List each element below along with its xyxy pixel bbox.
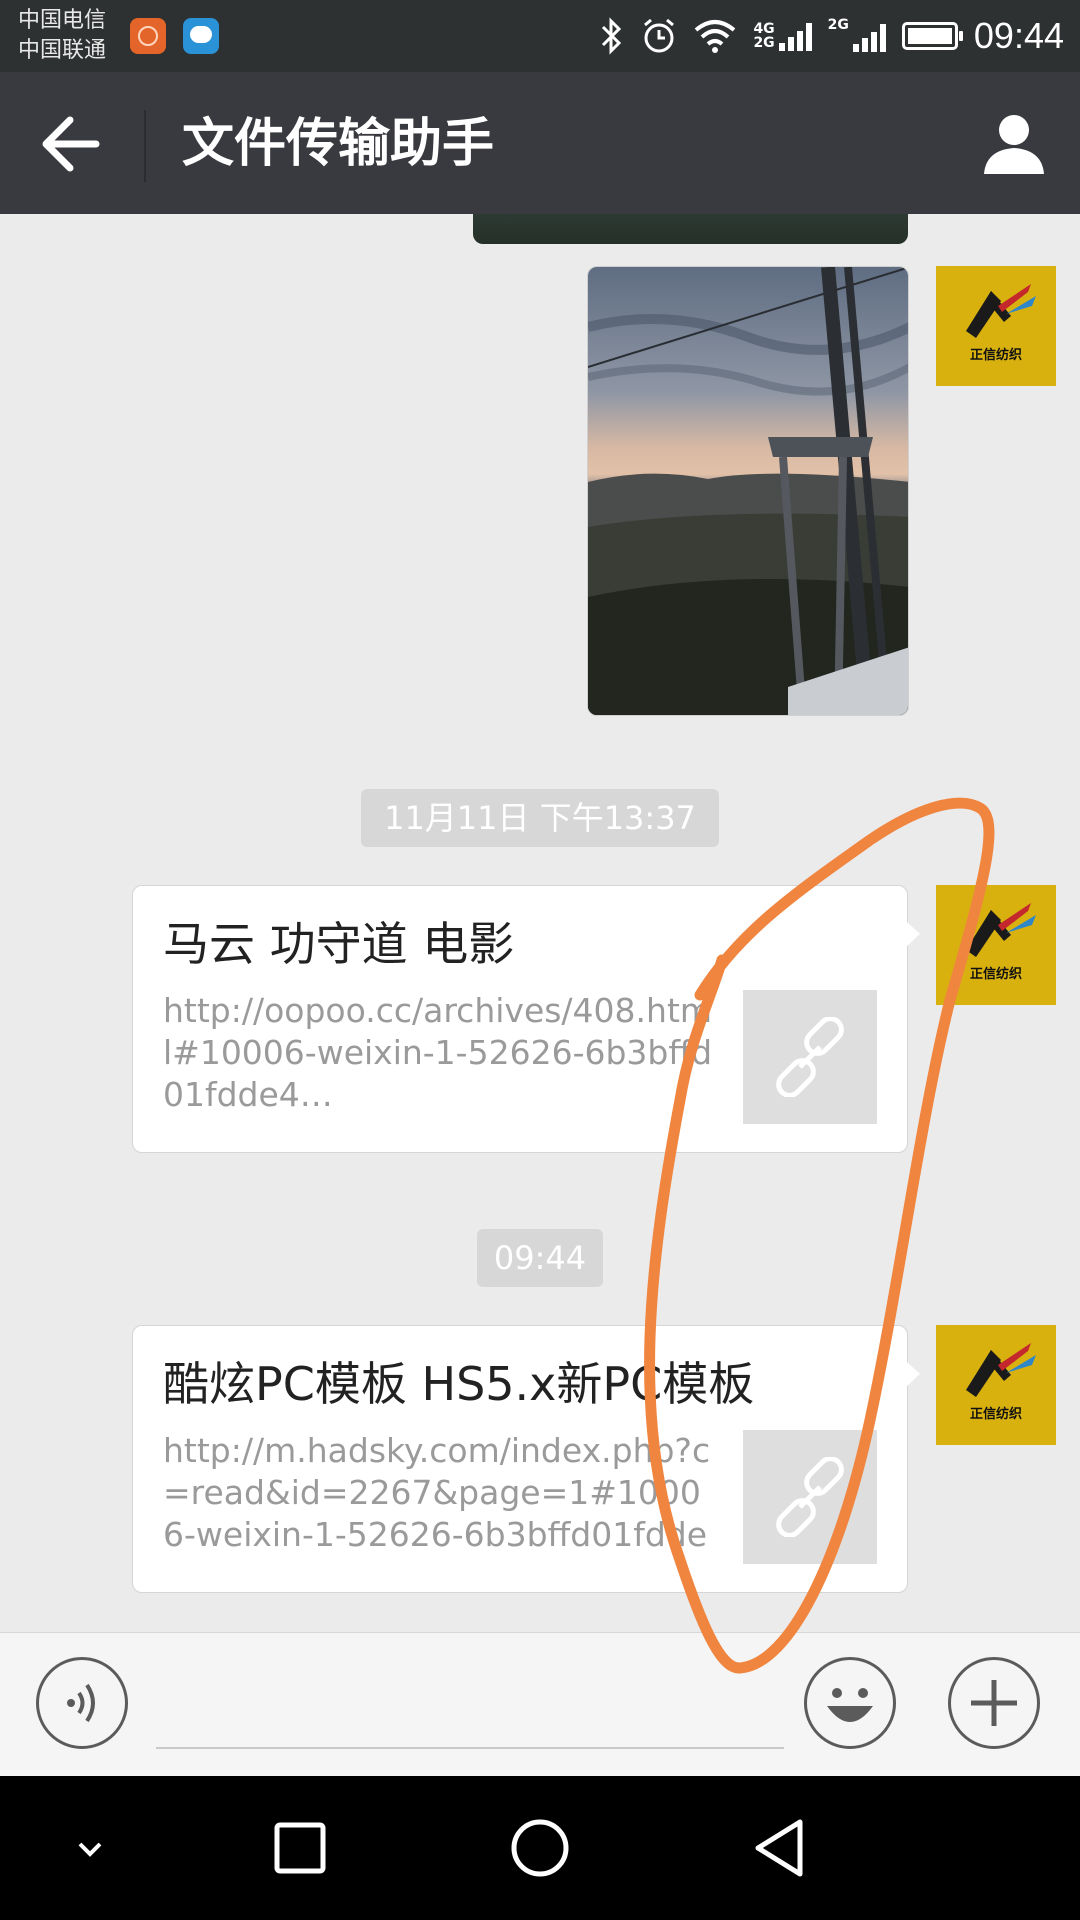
voice-button[interactable] [36,1657,128,1749]
carrier-1: 中国电信 [18,8,107,33]
timestamp: 09:44 [477,1229,603,1287]
recents-square-icon [274,1822,326,1874]
chat-area[interactable]: 正信纺织 11月11日 下午13:37 马云 功守道 电影 http://oop… [0,214,1080,1632]
home-circle-icon [511,1819,569,1877]
network-type-1: 4G [753,21,775,37]
mi-app-icon [130,18,166,54]
emoji-icon [827,1688,873,1722]
recents-button[interactable] [245,1806,355,1890]
link-url: http://m.hadsky.com/index.php?c=read&id=… [163,1431,711,1554]
network-type-1b: 2G [753,35,775,51]
status-bar: 中国电信 中国联通 4G 2G 2G 09:44 [0,0,1080,72]
carrier-info: 中国电信 中国联通 [18,6,106,66]
back-button[interactable] [30,108,110,180]
signal-icon: 4G 2G [753,21,812,51]
avatar-label: 正信纺织 [969,348,1022,363]
chevron-down-icon [78,1842,102,1857]
link-thumbnail [743,1430,877,1564]
profile-button[interactable] [982,112,1046,176]
arrow-left-icon [42,116,100,172]
messaging-app-icon [183,18,219,54]
avatar-label: 正信纺织 [969,1407,1022,1422]
hide-keyboard-button[interactable] [35,1806,145,1890]
person-icon [984,115,1044,174]
bluetooth-icon [602,17,622,55]
link-message-card[interactable]: 马云 功守道 电影 http://oopoo.cc/archives/408.h… [132,885,920,1153]
link-icon [776,1017,844,1097]
avatar[interactable]: 正信纺织 [936,266,1056,386]
link-title: 马云 功守道 电影 [163,917,515,971]
voice-input-icon [67,1683,95,1723]
home-button[interactable] [485,1806,595,1890]
signal-icon-2: 2G [828,18,886,54]
image-message-previous[interactable] [473,214,908,244]
input-bar [0,1632,1080,1776]
navigation-bar [0,1776,1080,1920]
emoji-button[interactable] [804,1657,896,1749]
battery-icon [901,22,963,50]
image-message[interactable] [587,266,909,716]
link-message-card[interactable]: 酷炫PC模板 HS5.x新PC模板 http://m.hadsky.com/in… [132,1325,920,1593]
alarm-icon [644,18,675,53]
avatar[interactable]: 正信纺织 [936,885,1056,1005]
timestamp: 11月11日 下午13:37 [361,789,719,847]
carrier-2: 中国联通 [18,38,107,63]
title-divider [144,110,146,182]
back-nav-button[interactable] [725,1806,835,1890]
plus-icon [971,1680,1017,1726]
back-triangle-icon [755,1819,803,1877]
page-title: 文件传输助手 [182,114,495,174]
wifi-icon [695,20,736,53]
avatar[interactable]: 正信纺织 [936,1325,1056,1445]
link-title: 酷炫PC模板 HS5.x新PC模板 [163,1357,755,1411]
avatar-label: 正信纺织 [969,967,1022,982]
network-type-2: 2G [827,17,849,33]
link-thumbnail [743,990,877,1124]
link-url: http://oopoo.cc/archives/408.html#10006-… [163,991,713,1114]
status-icons: 4G 2G 2G 09:44 [599,0,1064,72]
status-time: 09:44 [973,15,1064,56]
title-bar: 文件传输助手 [0,72,1080,214]
message-input[interactable] [156,1667,784,1749]
link-icon [776,1457,844,1537]
plus-button[interactable] [948,1657,1040,1749]
